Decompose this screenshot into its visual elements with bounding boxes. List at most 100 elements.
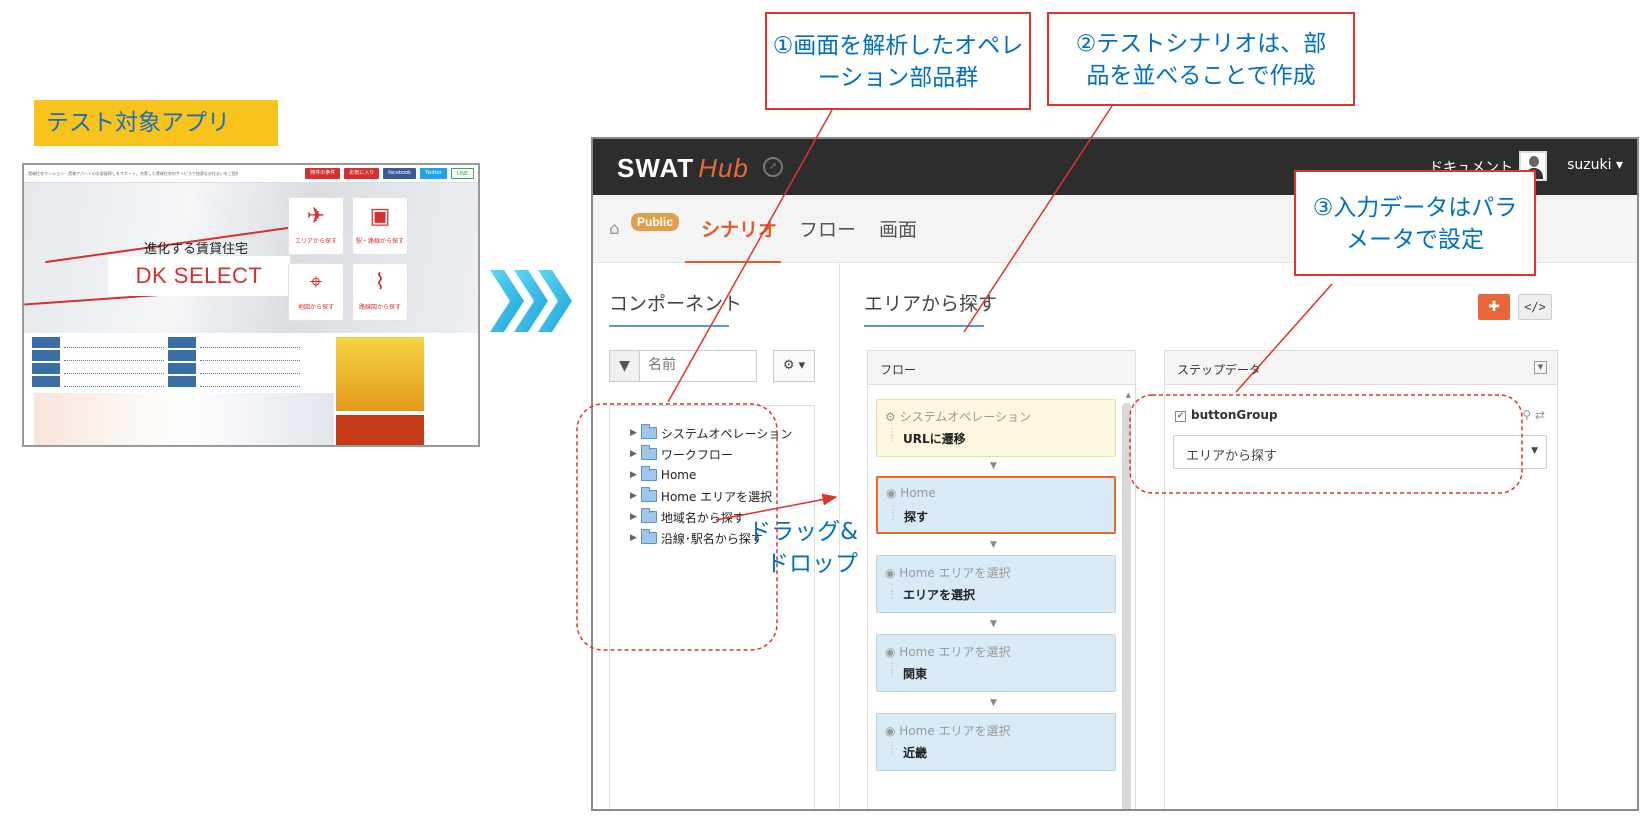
flow-scrollbar[interactable] (1122, 403, 1131, 809)
globe-icon: ◉ (885, 645, 900, 659)
folder-icon (640, 487, 657, 502)
step-card[interactable]: ◉ Home エリアを選択 ⋮ ⋮ 関東 (876, 634, 1116, 692)
route-map-icon: ⌇ (374, 270, 386, 295)
target-tile-route[interactable]: ⌇ 路線図から探す (352, 263, 408, 321)
step-name: 近畿 (903, 746, 928, 760)
step-card[interactable]: ◉ Home エリアを選択 ⋮ ⋮ エリアを選択 (876, 555, 1116, 613)
swap-icon[interactable]: ⇄ (1535, 408, 1545, 422)
step-name: エリアを選択 (903, 588, 976, 602)
gear-icon: ⚙ (885, 410, 900, 424)
target-hero-subtitle: 進化する賃貸住宅 (144, 242, 249, 257)
target-header-text: 賃貸住宅マンション・賃貸アパートのお部屋探しをサポート。充実した賃貸住宅のサービ… (28, 170, 238, 176)
step-type: ◉ Home エリアを選択 (885, 724, 1011, 738)
public-badge: Public (631, 213, 680, 231)
target-tile-label: 地図から探す (297, 304, 334, 311)
scroll-up-icon[interactable]: ▲ (1126, 391, 1131, 399)
target-lower (24, 333, 478, 445)
tree-item[interactable]: ▶ Home エリアを選択 (630, 486, 772, 506)
brand-logo[interactable]: SWAT Hub (617, 153, 749, 184)
caret-right-icon[interactable]: ▶ (630, 533, 637, 543)
components-underline (609, 325, 729, 327)
drag-handle-icon[interactable]: ⋮ ⋮ (887, 584, 897, 600)
target-tile-area[interactable]: ✈ エリアから探す (288, 197, 344, 255)
component-filter: ▼ (609, 350, 757, 382)
caret-right-icon[interactable]: ▶ (630, 449, 637, 459)
filter-icon[interactable]: ▼ (610, 351, 640, 381)
target-pill[interactable]: お気に入り (344, 168, 380, 179)
target-tile-station[interactable]: ▣ 駅・路線から探す (352, 197, 408, 255)
step-name: 関東 (903, 667, 928, 681)
map-pin-icon: ⌖ (309, 270, 323, 295)
component-tree: ▶ システムオペレーション ▶ ワークフロー ▶ Home ▶ Home エリアを選択 … (609, 405, 815, 809)
caret-right-icon[interactable]: ▶ (630, 512, 637, 522)
home-icon[interactable]: ⌂ (609, 219, 620, 239)
target-hero: 進化する賃貸住宅 DK SELECT ✈ エリアから探す ▣ 駅・路線から探す … (24, 183, 478, 333)
puzzle-icon[interactable]: ✚ (1478, 294, 1510, 320)
step-type: ◉ Home (886, 486, 936, 500)
search-icon[interactable]: ⚲ (1522, 408, 1531, 422)
step-type: ◉ Home エリアを選択 (885, 645, 1011, 659)
tab-scenario[interactable]: シナリオ (701, 215, 777, 242)
compass-icon[interactable]: ➚ (763, 157, 783, 177)
target-app-label: テスト対象アプリ (34, 100, 278, 146)
tree-item[interactable]: ▶ 地域名から探す (630, 507, 745, 527)
target-pill[interactable]: facebook (383, 168, 417, 179)
scenario-underline (864, 325, 984, 327)
collapse-icon[interactable]: ▼ (1534, 361, 1547, 374)
settings-dropdown-button[interactable]: ⚙ ▾ (773, 350, 815, 382)
tree-item[interactable]: ▶ システムオペレーション (630, 423, 792, 443)
step-card[interactable]: ⚙ システムオペレーション ⋮ ⋮ URLに遷移 (876, 399, 1116, 457)
field-name: buttonGroup (1191, 408, 1278, 422)
tree-item[interactable]: ▶ ワークフロー (630, 444, 733, 464)
tree-item-label: システムオペレーション (660, 426, 793, 441)
globe-icon: ◉ (885, 566, 900, 580)
target-pill[interactable]: LINE (450, 168, 474, 179)
select-value: エリアから探す (1186, 449, 1278, 464)
tree-item-label: Home (660, 468, 697, 482)
callout-operation-parts: ①画面を解析したオペレーション部品群 (765, 12, 1031, 110)
step-data-title: ステップデータ (1177, 363, 1262, 377)
tab-flow[interactable]: フロー (799, 215, 856, 242)
user-menu[interactable]: suzuki ▾ (1567, 157, 1623, 173)
drag-handle-icon[interactable]: ⋮ ⋮ (887, 428, 897, 444)
target-tile-map[interactable]: ⌖ 地図から探す (288, 263, 344, 321)
drag-handle-icon[interactable]: ⋮ ⋮ (887, 663, 897, 679)
drag-handle-icon[interactable]: ⋮ ⋮ (888, 506, 898, 522)
caret-right-icon[interactable]: ▶ (630, 491, 637, 501)
field-value-select[interactable]: エリアから探す ▼ (1173, 435, 1547, 469)
train-icon: ▣ (369, 204, 391, 229)
drag-handle-icon[interactable]: ⋮ ⋮ (887, 742, 897, 758)
flow-panel: フロー ▲ ⚙ システムオペレーション ⋮ ⋮ URLに遷移 ▼ ◉ Home ⋮… (867, 350, 1136, 809)
step-name: URLに遷移 (903, 432, 966, 446)
code-icon[interactable]: </> (1518, 294, 1552, 320)
folder-icon (640, 424, 657, 439)
flow-arrow-icon: ▼ (990, 540, 997, 550)
step-card[interactable]: ◉ Home エリアを選択 ⋮ ⋮ 近畿 (876, 713, 1116, 771)
target-area-links (32, 337, 322, 389)
target-promo-banner (336, 337, 424, 411)
target-logo: DK SELECT (108, 256, 290, 296)
target-tile-label: エリアから探す (294, 238, 337, 245)
folder-icon (640, 445, 657, 460)
caret-right-icon[interactable]: ▶ (630, 428, 637, 438)
field-checkbox[interactable]: ✓ (1175, 411, 1186, 422)
globe-icon: ◉ (885, 724, 900, 738)
target-tile-label: 路線図から探す (358, 304, 401, 311)
target-tile-label: 駅・路線から探す (355, 238, 404, 245)
target-app-screenshot: 賃貸住宅マンション・賃貸アパートのお部屋探しをサポート。充実した賃貸住宅のサービ… (22, 163, 480, 447)
components-title: コンポーネント (609, 293, 743, 315)
flow-arrow-icon: ▼ (990, 698, 997, 708)
target-promo-banner (336, 415, 424, 445)
tree-item[interactable]: ▶ Home (630, 465, 696, 485)
target-pill[interactable]: Twitter (420, 168, 447, 179)
step-card-selected[interactable]: ◉ Home ⋮ ⋮ 探す (876, 476, 1116, 534)
caret-right-icon[interactable]: ▶ (630, 470, 637, 480)
gear-icon: ⚙ (782, 358, 795, 373)
folder-icon (640, 529, 657, 544)
component-search-input[interactable] (648, 357, 748, 373)
flow-panel-header: フロー (868, 351, 1135, 385)
chevron-down-icon: ▼ (1531, 446, 1538, 456)
flow-arrow-icon: ▼ (990, 461, 997, 471)
target-pill[interactable]: 物件の条件 (305, 168, 341, 179)
tab-screen[interactable]: 画面 (879, 215, 917, 242)
